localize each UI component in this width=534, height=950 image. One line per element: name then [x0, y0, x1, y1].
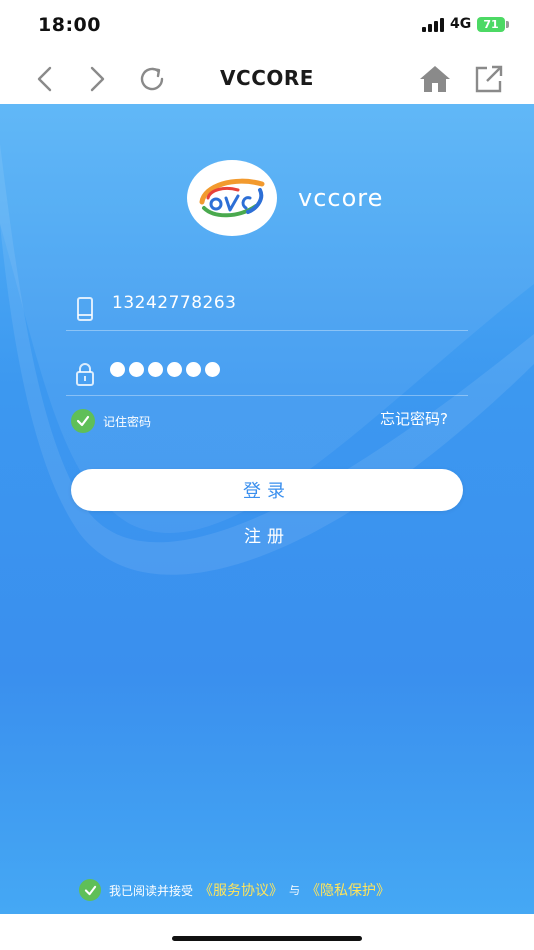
- login-button[interactable]: 登录: [71, 469, 463, 511]
- agreement-prefix: 我已阅读并接受: [109, 883, 194, 898]
- share-icon[interactable]: [472, 62, 506, 96]
- battery-tip: [506, 21, 509, 28]
- battery-level: 71: [483, 18, 499, 31]
- remember-password-toggle[interactable]: 记住密码: [71, 409, 151, 433]
- password-field: ••••••: [66, 349, 468, 396]
- browser-toolbar: VCCORE: [0, 52, 534, 105]
- agreement-row: 我已阅读并接受 《服务协议》 与 《隐私保护》: [79, 879, 390, 901]
- phone-icon: [77, 297, 93, 321]
- logo-text: vccore: [298, 184, 384, 212]
- home-indicator[interactable]: [172, 936, 362, 941]
- vccore-logo-icon: [199, 178, 265, 218]
- page-title: VCCORE: [220, 66, 314, 90]
- phone-input[interactable]: [110, 292, 454, 314]
- login-screen: vccore •••••• 记住密码 忘记密码? 登录 注册: [0, 104, 534, 914]
- status-bar: 18:00 4G 71: [0, 0, 534, 52]
- signal-icon: [422, 18, 444, 32]
- app-logo: [187, 160, 277, 236]
- network-type: 4G: [450, 16, 472, 32]
- bottom-bar: [0, 914, 534, 950]
- service-agreement-link[interactable]: 《服务协议》: [199, 880, 283, 900]
- privacy-policy-link[interactable]: 《隐私保护》: [306, 880, 390, 900]
- status-time: 18:00: [38, 14, 101, 36]
- phone-field: [66, 284, 468, 331]
- battery-icon: 71: [477, 17, 505, 32]
- home-icon[interactable]: [418, 62, 452, 96]
- check-icon: [71, 409, 95, 433]
- agreement-and: 与: [289, 884, 301, 897]
- register-link[interactable]: 注册: [0, 522, 534, 547]
- password-input[interactable]: [110, 362, 220, 377]
- forgot-password-link[interactable]: 忘记密码?: [380, 408, 448, 429]
- agreement-check-icon[interactable]: [79, 879, 101, 901]
- lock-icon: [76, 363, 94, 386]
- remember-label: 记住密码: [103, 414, 152, 429]
